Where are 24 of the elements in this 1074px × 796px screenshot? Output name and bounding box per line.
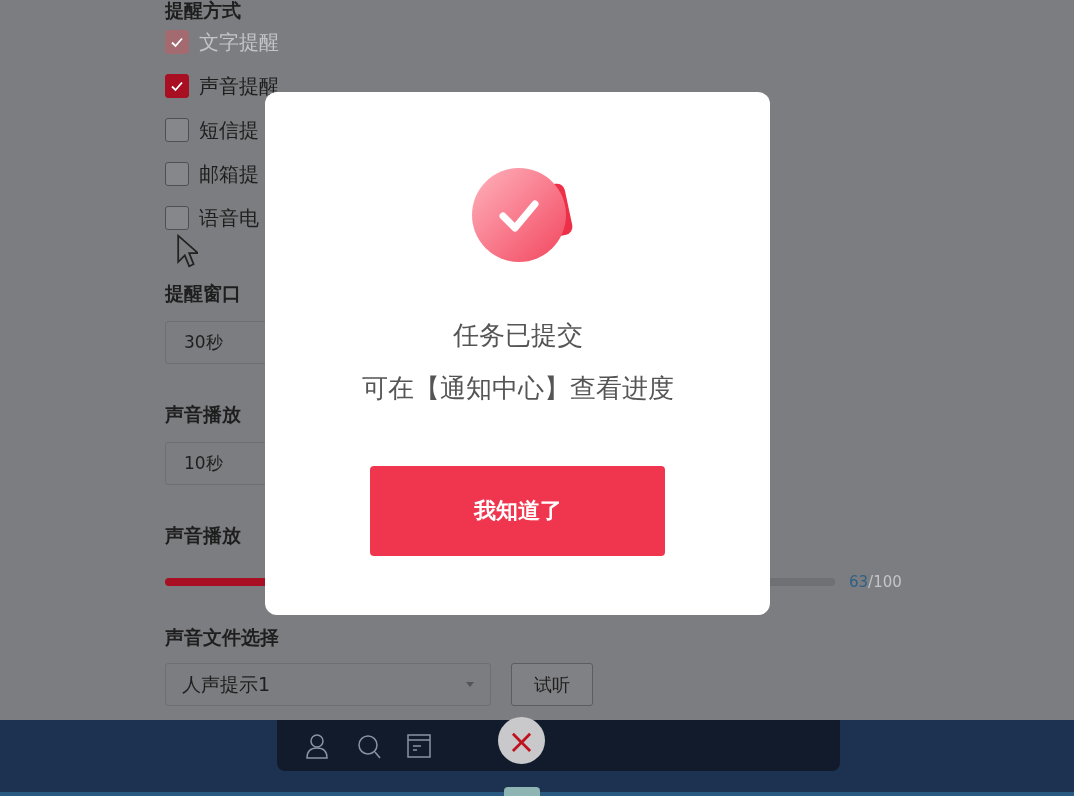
checkbox[interactable] xyxy=(165,118,189,142)
volume-value: 63 xyxy=(849,573,869,591)
section-heading: 提醒方式 xyxy=(165,0,241,20)
field-label: 提醒窗口 xyxy=(165,281,241,306)
volume-max: /100 xyxy=(868,573,902,591)
field-label: 声音播放 xyxy=(165,523,241,548)
calendar-icon[interactable] xyxy=(405,731,433,760)
checkbox[interactable] xyxy=(165,162,189,186)
checkbox[interactable] xyxy=(165,206,189,230)
checkbox-label: 文字提醒 xyxy=(199,28,279,56)
checkbox-label: 语音电 xyxy=(199,204,259,232)
checkbox-label: 邮箱提 xyxy=(199,160,259,188)
dialog-message: 可在【通知中心】查看进度 xyxy=(361,372,674,405)
dialog-title: 任务已提交 xyxy=(452,319,583,352)
checkbox-label: 短信提 xyxy=(199,116,259,144)
confirm-button[interactable]: 我知道了 xyxy=(370,466,665,556)
cursor-icon xyxy=(176,233,198,269)
checkbox[interactable] xyxy=(165,74,189,98)
drag-handle[interactable] xyxy=(504,787,540,796)
caret-icon xyxy=(466,682,474,687)
field-label: 声音播放 xyxy=(165,402,241,427)
listen-button[interactable]: 试听 xyxy=(511,663,593,706)
field-label: 声音文件选择 xyxy=(165,625,279,650)
sound-select[interactable]: 人声提示1 xyxy=(165,663,491,706)
